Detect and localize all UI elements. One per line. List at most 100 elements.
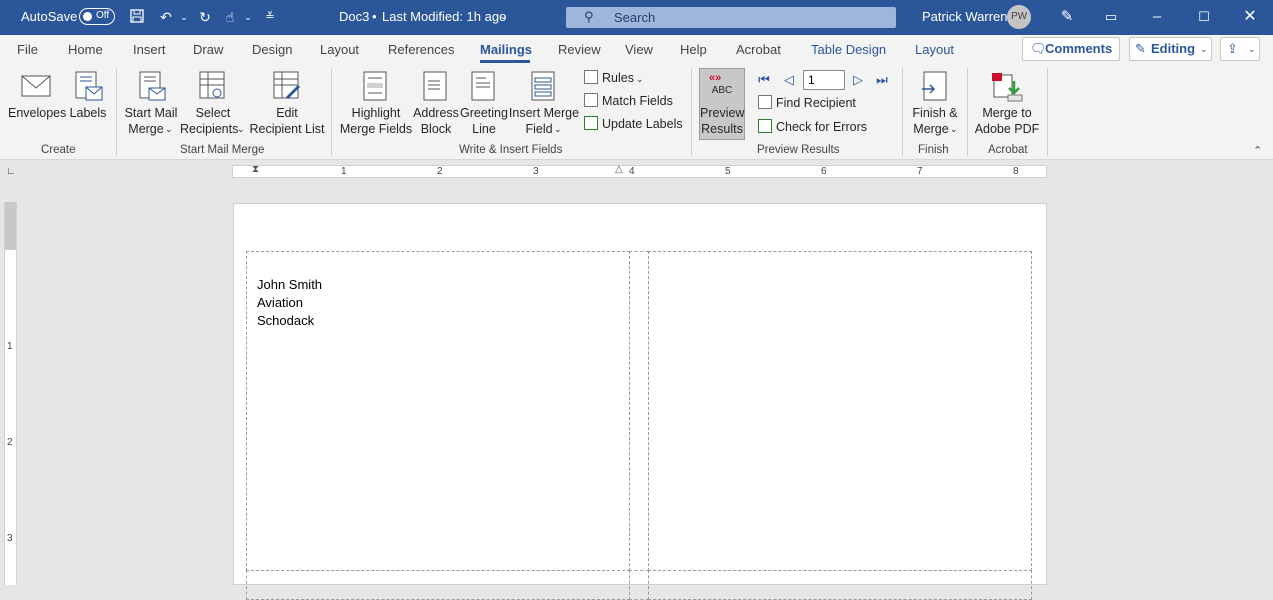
avatar[interactable]: PW [1007,5,1031,29]
labels-icon [75,71,103,101]
undo-icon[interactable]: ↶ [157,8,175,26]
find-recipient-label: Find Recipient [776,96,856,110]
tab-view[interactable]: View [625,42,653,57]
first-record-icon[interactable]: ⏮ [756,72,772,88]
address-block-line2: Block [420,122,452,136]
comments-button[interactable]: 🗨 Comments [1022,37,1120,61]
tab-insert[interactable]: Insert [133,42,166,57]
tab-file[interactable]: File [17,42,38,57]
right-indent-marker-icon[interactable]: △ [615,164,623,175]
pen-icon[interactable]: ✎ [1056,6,1078,28]
tab-help[interactable]: Help [680,42,707,57]
label-cell-4[interactable] [648,570,1032,600]
start-mail-merge-line1: Start Mail [124,106,178,120]
tab-review[interactable]: Review [558,42,601,57]
group-separator [116,68,117,156]
user-name[interactable]: Patrick Warren [922,9,1007,24]
close-icon[interactable]: ✕ [1239,6,1261,28]
tab-mailings[interactable]: Mailings [480,42,532,57]
share-button[interactable]: ⇪ ⌄ [1220,37,1260,61]
undo-dropdown-icon[interactable]: ⌄ [175,8,193,26]
indent-marker-icon[interactable]: ⧗ [252,164,259,175]
match-fields-label: Match Fields [602,94,673,108]
tab-table-design[interactable]: Table Design [811,42,886,57]
touch-mode-icon[interactable]: ☝ [221,8,239,26]
save-icon[interactable] [128,8,146,26]
highlight-merge-fields-icon [363,71,387,101]
share-dropdown-icon: ⌄ [1248,44,1256,54]
tab-selector-icon[interactable]: ∟ [6,166,16,177]
match-fields-icon [584,93,598,107]
rules-button[interactable]: Rules ⌄ [584,70,644,85]
document-page[interactable]: John Smith Aviation Schodack [233,203,1047,600]
preview-results-button[interactable]: «» ABC Preview Results [699,68,745,140]
finish-group-label: Finish [918,144,949,156]
merge-to-adobe-pdf-button[interactable]: Merge to Adobe PDF [972,70,1042,140]
tab-table-layout[interactable]: Layout [915,42,954,57]
check-for-errors-icon [758,119,772,133]
match-fields-button[interactable]: Match Fields [584,93,673,108]
tab-acrobat[interactable]: Acrobat [736,42,781,57]
update-labels-button[interactable]: Update Labels [584,116,683,131]
tab-design[interactable]: Design [252,42,292,57]
editing-label: Editing [1151,41,1196,56]
rules-label: Rules [602,71,634,85]
ruler-number: 1 [7,341,13,352]
label-cell-3[interactable] [246,570,630,600]
autosave-toggle[interactable]: Off [79,8,115,25]
select-recipients-button[interactable]: Select Recipients ⌄ [180,70,246,140]
label-cell-1[interactable]: John Smith Aviation Schodack [246,251,630,571]
document-title[interactable]: Doc3 [339,9,369,24]
last-modified[interactable]: Last Modified: 1h ago [382,9,506,24]
label-address-line: John Smith [257,277,323,292]
horizontal-ruler[interactable]: 1 2 3 4 5 6 7 8 ⧗ △ [232,164,1047,178]
tab-references[interactable]: References [388,42,454,57]
insert-merge-field-button[interactable]: Insert Merge Field ⌄ [508,70,580,140]
find-recipient-icon [758,95,772,109]
finish-merge-button[interactable]: Finish & Merge ⌄ [907,70,963,140]
label-spacer-cell[interactable] [629,251,649,571]
label-cell-2[interactable] [648,251,1032,571]
insert-merge-field-line2: Field [525,122,553,136]
find-recipient-button[interactable]: Find Recipient [758,95,856,110]
label-spacer-cell[interactable] [629,570,649,600]
greeting-line-icon [471,71,495,101]
touch-dropdown-icon[interactable]: ⌄ [239,8,257,26]
vertical-ruler[interactable]: 1 2 3 [4,202,17,585]
address-block-button[interactable]: Address Block [412,70,460,140]
edit-recipient-list-button[interactable]: Edit Recipient List [248,70,326,140]
group-separator [331,68,332,156]
customize-toolbar-icon[interactable]: ≚ [261,8,279,26]
minimize-icon[interactable]: – [1146,6,1168,28]
edit-recipient-list-line1: Edit [276,106,298,120]
ruler-number: 4 [629,166,635,177]
start-mail-merge-button[interactable]: Start Mail Merge ⌄ [122,70,180,140]
title-dropdown-icon[interactable]: ⌄ [499,11,507,22]
check-for-errors-button[interactable]: Check for Errors [758,119,867,134]
last-record-icon[interactable]: ⏭ [874,72,890,88]
collapse-ribbon-icon[interactable]: ⌃ [1253,144,1262,157]
next-record-icon[interactable]: ▷ [850,72,866,88]
edit-recipient-list-line2: Recipient List [249,122,325,136]
ruler-number: 7 [917,166,923,177]
tab-layout[interactable]: Layout [320,42,359,57]
highlight-merge-fields-button[interactable]: Highlight Merge Fields [338,70,414,140]
finish-line1: Finish & [912,106,958,120]
previous-record-icon[interactable]: ◁ [781,72,797,88]
editing-button[interactable]: ✎ Editing ⌄ [1129,37,1212,61]
greeting-line-button[interactable]: Greeting Line [459,70,509,140]
record-number-input[interactable] [803,70,845,90]
preview-results-group-label: Preview Results [757,144,840,156]
search-box[interactable]: ⚲ Search [566,7,896,28]
share-icon: ⇪ [1227,41,1238,56]
tab-home[interactable]: Home [68,42,103,57]
envelopes-button[interactable]: Envelopes [8,70,66,140]
maximize-icon[interactable]: ☐ [1193,6,1215,28]
ribbon-display-icon[interactable]: ▭ [1100,6,1122,28]
active-tab-indicator [480,60,530,63]
redo-icon[interactable]: ↻ [196,8,214,26]
highlight-line1: Highlight [351,106,401,120]
labels-button[interactable]: Labels [68,70,108,140]
finish-line2: Merge [913,122,949,136]
tab-draw[interactable]: Draw [193,42,223,57]
